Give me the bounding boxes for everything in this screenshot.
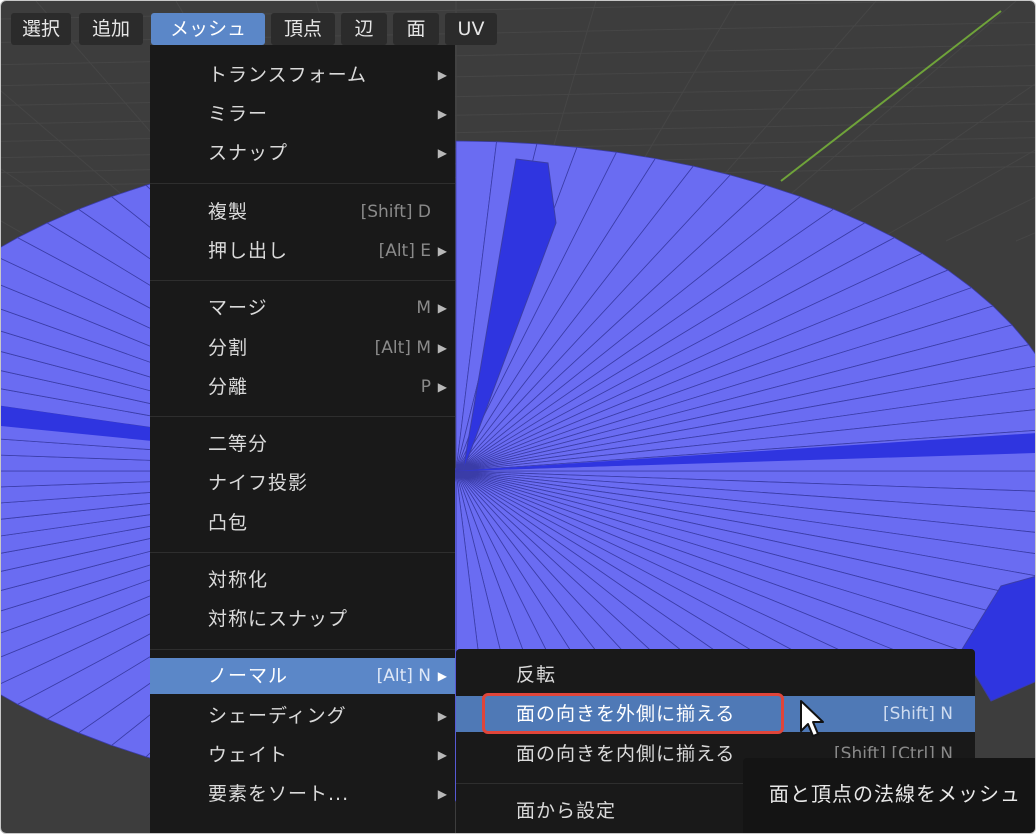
mesh-menu-item-symmetrize[interactable]: 対称化 [150, 562, 455, 598]
menu-item-shortcut: [Shift] N [882, 704, 953, 724]
menu-item-shortcut: [Alt] E [378, 241, 431, 261]
triangle-right-icon: ▶ [437, 380, 447, 394]
3d-viewport[interactable]: 選択 追加 メッシュ 頂点 辺 面 UV トランスフォーム ▶ ミラー ▶ スナ… [0, 0, 1036, 834]
menu-item-label: トランスフォーム [208, 64, 368, 86]
mesh-menu-item-snap[interactable]: スナップ ▶ [150, 135, 455, 171]
menu-divider [150, 280, 455, 281]
menu-item-label: 分離 [208, 376, 249, 398]
menu-divider [150, 649, 455, 650]
mesh-menu-item-bisect[interactable]: 二等分 [150, 426, 455, 462]
mesh-menu-item-snap-to-symmetry[interactable]: 対称にスナップ [150, 601, 455, 637]
mouse-pointer-icon [800, 700, 824, 737]
menu-item-shortcut: [Alt] M [374, 338, 431, 358]
menu-item-shortcut: M [416, 298, 431, 318]
menu-item-label: 分割 [208, 337, 249, 359]
mesh-menu-item-split[interactable]: 分割 [Alt] M ▶ [150, 330, 455, 366]
triangle-right-icon: ▶ [437, 748, 447, 762]
mesh-menu-item-transform[interactable]: トランスフォーム ▶ [150, 57, 455, 93]
triangle-right-icon: ▶ [437, 146, 447, 160]
normals-item-flip[interactable]: 反転 [456, 657, 975, 693]
menu-item-label: 面から設定 [516, 800, 617, 822]
menu-item-label: 複製 [208, 201, 249, 223]
menu-tab-mesh[interactable]: メッシュ [151, 13, 265, 45]
menu-divider [150, 416, 455, 417]
triangle-right-icon: ▶ [437, 341, 447, 355]
menu-tab-vertex[interactable]: 頂点 [271, 13, 335, 45]
triangle-right-icon: ▶ [437, 68, 447, 82]
mesh-menu-item-merge[interactable]: マージ M ▶ [150, 290, 455, 326]
menu-item-label: シェーディング [208, 705, 347, 727]
menu-item-label: ミラー [208, 103, 269, 125]
triangle-right-icon: ▶ [437, 787, 447, 801]
menu-item-shortcut: [Shift] D [360, 202, 431, 222]
triangle-right-icon: ▶ [437, 301, 447, 315]
menu-item-label: 対称化 [208, 569, 269, 591]
menu-item-shortcut: P [420, 377, 431, 397]
menu-tab-edge[interactable]: 辺 [341, 13, 387, 45]
menu-tab-add[interactable]: 追加 [79, 13, 143, 45]
mesh-menu-item-weights[interactable]: ウェイト ▶ [150, 737, 455, 773]
tooltip: 面と頂点の法線をメッシュ [743, 758, 1035, 833]
mesh-menu-item-knife-project[interactable]: ナイフ投影 [150, 465, 455, 501]
mesh-menu-item-mirror[interactable]: ミラー ▶ [150, 96, 455, 132]
menu-item-label: 面の向きを内側に揃える [516, 743, 736, 765]
menu-tab-uv[interactable]: UV [445, 13, 497, 45]
menu-divider [150, 183, 455, 184]
menu-item-label: 対称にスナップ [208, 608, 349, 630]
mesh-menu-item-duplicate[interactable]: 複製 [Shift] D [150, 194, 455, 230]
mesh-menu-item-shading[interactable]: シェーディング ▶ [150, 698, 455, 734]
menu-tab-face[interactable]: 面 [393, 13, 439, 45]
menu-item-shortcut: [Alt] N [376, 666, 431, 686]
menu-item-label: ナイフ投影 [208, 472, 309, 494]
mesh-menu-item-convex-hull[interactable]: 凸包 [150, 505, 455, 541]
triangle-right-icon: ▶ [437, 244, 447, 258]
menu-item-label: 要素をソート... [208, 783, 350, 805]
mesh-menu-item-separate[interactable]: 分離 P ▶ [150, 369, 455, 405]
menu-item-label: ウェイト [208, 744, 289, 766]
menu-item-label: 凸包 [208, 512, 249, 534]
menu-item-label: スナップ [208, 142, 289, 164]
menu-item-label: 押し出し [208, 240, 289, 262]
highlight-box [482, 693, 784, 734]
triangle-right-icon: ▶ [437, 709, 447, 723]
mesh-menu-item-sort-elements[interactable]: 要素をソート... ▶ [150, 776, 455, 812]
tooltip-text: 面と頂点の法線をメッシュ [769, 782, 1021, 806]
triangle-right-icon: ▶ [437, 107, 447, 121]
mesh-menu-item-extrude[interactable]: 押し出し [Alt] E ▶ [150, 233, 455, 269]
menu-item-label: ノーマル [208, 665, 289, 687]
menu-item-label: マージ [208, 297, 268, 319]
mesh-menu-item-normals[interactable]: ノーマル [Alt] N ▶ [150, 658, 455, 694]
menu-item-label: 二等分 [208, 433, 269, 455]
mesh-menu: トランスフォーム ▶ ミラー ▶ スナップ ▶ 複製 [Shift] D 押し出… [150, 45, 455, 833]
menu-divider [150, 552, 455, 553]
menu-item-label: 反転 [516, 664, 557, 686]
triangle-right-icon: ▶ [437, 669, 447, 683]
menu-tab-select[interactable]: 選択 [11, 13, 71, 45]
